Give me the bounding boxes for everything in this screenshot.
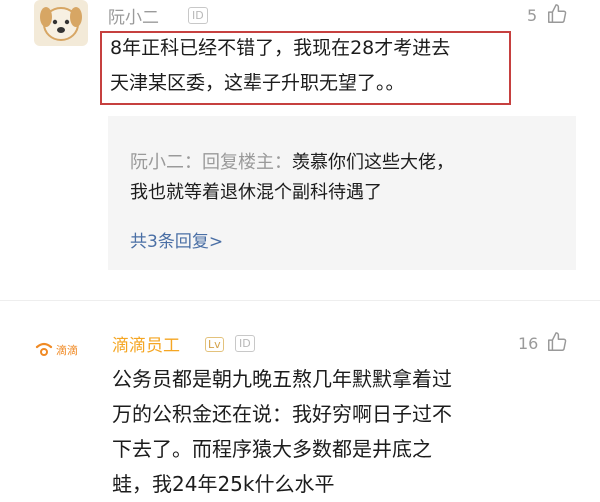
comment-username[interactable]: 阮小二 [108, 3, 159, 28]
comment-body-line: 公务员都是朝九晚五熬几年默默拿着过 [112, 367, 452, 391]
reply-line: 阮小二：回复楼主：羡慕你们这些大佬， [130, 148, 454, 177]
id-badge: ID [188, 7, 208, 24]
divider [0, 300, 600, 301]
reply-text: 羡慕你们这些大佬， [292, 152, 454, 173]
reply-text: 我也就等着退休混个副科待遇了 [130, 182, 382, 203]
thumbs-up-icon[interactable] [546, 331, 568, 353]
level-badge: Lv [205, 337, 224, 352]
comment-username[interactable]: 滴滴员工 [112, 331, 180, 356]
thumbs-up-icon[interactable] [546, 3, 568, 25]
avatar-dog[interactable] [34, 0, 88, 46]
comment-body-line: 8年正科已经不错了，我现在28才考进去 [110, 37, 451, 59]
id-badge: ID [235, 335, 255, 352]
didi-icon [35, 342, 53, 356]
reply-author[interactable]: 阮小二： [130, 152, 202, 173]
dog-icon [40, 7, 82, 41]
comment-body-line: 蛙，我24年25k什么水平 [112, 472, 335, 496]
comment-body-line: 天津某区委，这辈子升职无望了。。 [110, 72, 405, 94]
comment-body-line: 下去了。而程序猿大多数都是井底之 [112, 437, 432, 461]
like-count: 5 [527, 6, 538, 25]
like-count: 16 [518, 334, 539, 353]
comment-body-line: 万的公积金还在说：我好穷啊日子过不 [112, 402, 452, 426]
reply-prefix: 回复楼主： [202, 152, 292, 173]
more-replies-link[interactable]: 共3条回复> [130, 227, 223, 252]
avatar-didi[interactable]: 滴滴 [34, 340, 94, 358]
didi-logo-text: 滴滴 [56, 344, 78, 357]
